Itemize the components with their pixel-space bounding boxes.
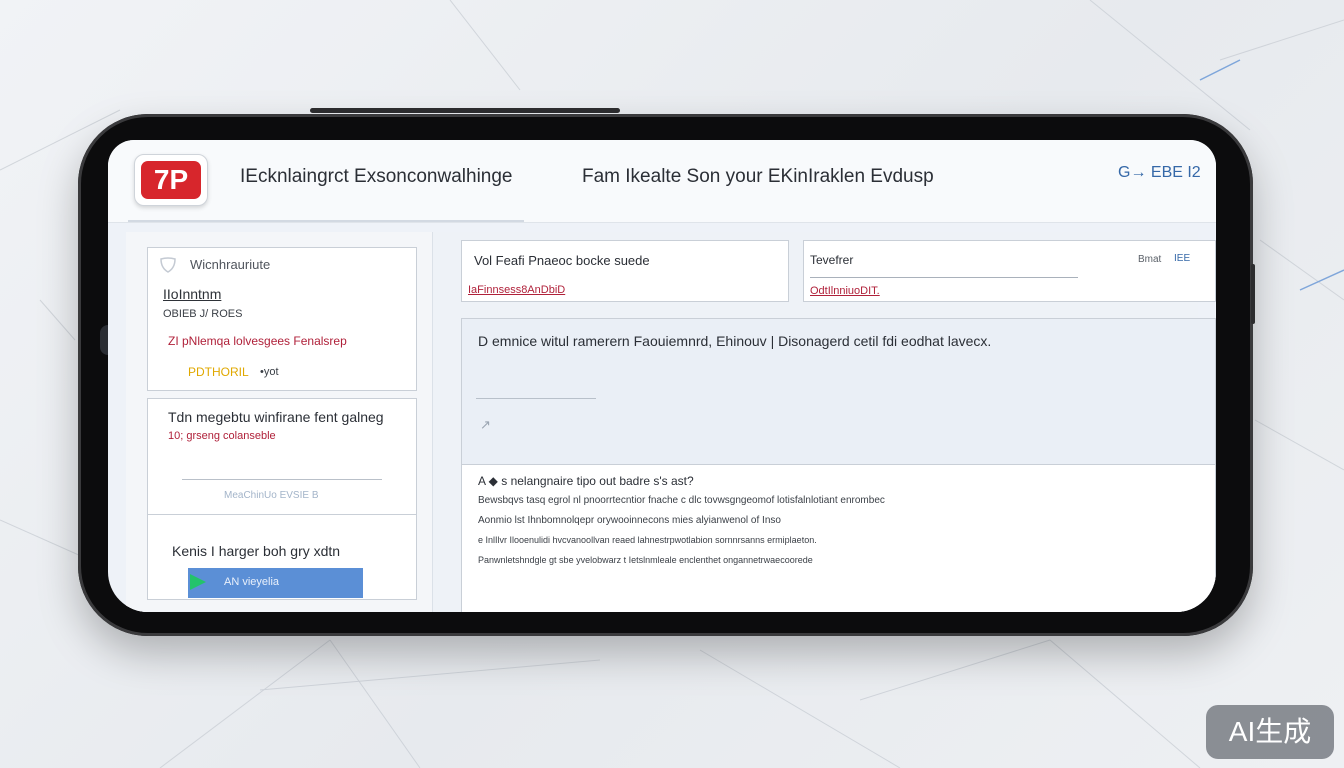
button-label: AN vieyelia bbox=[224, 576, 280, 588]
card-heading: Tdn megebtu winfirane fent galneg bbox=[168, 409, 384, 425]
list-item: Aonmio lst Ihnbomnolqepr orywooinnecons … bbox=[478, 515, 781, 526]
sidebar-card-summary[interactable]: Tdn megebtu winfirane fent galneg 10; gr… bbox=[147, 398, 417, 515]
widget-title: Vol Feafi Pnaeoc bocke suede bbox=[474, 253, 650, 268]
list-item: Panwnletshndgle gt sbe yvelobwarz t Iets… bbox=[478, 555, 813, 565]
card-divider bbox=[182, 479, 382, 480]
status-badge: PDTHORIL bbox=[188, 365, 249, 379]
page-tagline: Fam Ikealte Son your EKinIraklen Evdusp bbox=[582, 166, 934, 187]
top-bar: 7P IEcknlaingrct Exsonconwalhinge Fam Ik… bbox=[108, 140, 1216, 223]
play-icon bbox=[188, 572, 208, 597]
app-logo[interactable]: 7P bbox=[134, 154, 208, 206]
phone-side-button bbox=[1251, 264, 1255, 324]
widget-card-right[interactable]: Tevefrer OdtIlnniuoDIT. Bmat IEE bbox=[803, 240, 1216, 302]
details-list: A ◆ s nelangnaire tipo out badre s's ast… bbox=[461, 464, 1216, 612]
widget-link[interactable]: IaFinnsess8AnDbiD bbox=[468, 284, 565, 296]
widget-stat-value: IEE bbox=[1174, 253, 1191, 264]
phone-top-button bbox=[310, 108, 620, 113]
trend-icon: ↗ bbox=[480, 417, 491, 432]
card-subtext: 10; grseng colanseble bbox=[168, 430, 276, 442]
shield-icon bbox=[157, 256, 179, 274]
widget-link[interactable]: OdtIlnniuoDIT. bbox=[810, 285, 880, 297]
widget-divider bbox=[810, 277, 1078, 278]
main-content: Wicnhrauriute IIoInntnm OBIEB J/ ROES ZI… bbox=[126, 232, 1216, 612]
chart-axis bbox=[476, 398, 596, 399]
card-heading: Wicnhrauriute bbox=[190, 257, 271, 272]
list-heading: A ◆ s nelangnaire tipo out badre s's ast… bbox=[478, 474, 694, 488]
sidebar-card-action[interactable]: Kenis I harger boh gry xdtn AN vieyelia bbox=[147, 514, 417, 600]
header-action-link[interactable]: G→ EBE I2 bbox=[1118, 164, 1201, 182]
card-heading: Kenis I harger boh gry xdtn bbox=[172, 543, 341, 559]
title-underline bbox=[128, 220, 524, 222]
list-item: e InlIlvr Ilooenulidi hvcvanoollvan reae… bbox=[478, 535, 817, 545]
description-text: D emnice witul ramerern Faouiemnrd, Ehin… bbox=[478, 333, 992, 349]
logo-mark: 7P bbox=[141, 161, 201, 199]
status-suffix: •yot bbox=[260, 366, 279, 378]
app-title: IEcknlaingrct Exsonconwalhinge bbox=[240, 166, 513, 187]
widget-stat-label: Bmat bbox=[1138, 254, 1162, 265]
primary-action-button[interactable]: AN vieyelia bbox=[188, 568, 363, 598]
widget-title: Tevefrer bbox=[810, 253, 854, 267]
widget-card-left[interactable]: Vol Feafi Pnaeoc bocke suede IaFinnsess8… bbox=[461, 240, 789, 302]
card-footer: MeaChinUo EVSIE B bbox=[224, 490, 319, 501]
sidebar-card-info[interactable]: Wicnhrauriute IIoInntnm OBIEB J/ ROES ZI… bbox=[147, 247, 417, 391]
app-screen: 7P IEcknlaingrct Exsonconwalhinge Fam Ik… bbox=[108, 140, 1216, 612]
ai-generated-badge: AI生成 bbox=[1206, 705, 1334, 759]
alert-text: ZI pNlemqa lolvesgees Fenalsrep bbox=[168, 334, 347, 348]
sidebar: Wicnhrauriute IIoInntnm OBIEB J/ ROES ZI… bbox=[126, 232, 433, 612]
description-panel: D emnice witul ramerern Faouiemnrd, Ehin… bbox=[461, 318, 1216, 466]
list-item: Bewsbqvs tasq egrol nl pnoorrtecntior fn… bbox=[478, 495, 885, 506]
card-subheading: IIoInntnm bbox=[163, 286, 222, 302]
card-meta: OBIEB J/ ROES bbox=[163, 308, 243, 320]
